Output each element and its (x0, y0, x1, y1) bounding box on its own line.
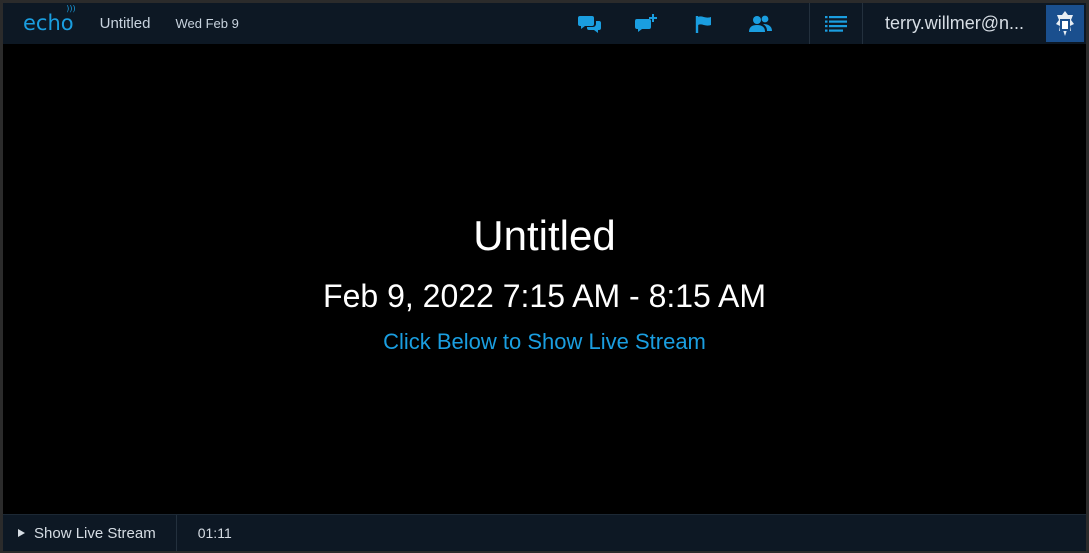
play-label: Show Live Stream (34, 524, 156, 542)
logo-waves-icon: ))) (66, 4, 76, 13)
session-date: Wed Feb 9 (175, 16, 239, 31)
top-bar: echo ))) Untitled Wed Feb 9 terry.willme… (3, 3, 1086, 44)
user-menu[interactable]: terry.willmer@n... (863, 13, 1046, 34)
elapsed-timer: 01:11 (197, 525, 232, 541)
flag-icon[interactable] (690, 10, 718, 38)
stream-time: Feb 9, 2022 7:15 AM - 8:15 AM (323, 278, 766, 314)
toolbar-icons (576, 10, 775, 38)
show-live-stream-link[interactable]: Click Below to Show Live Stream (0, 329, 1089, 355)
crest-icon[interactable] (1046, 5, 1084, 42)
stream-title: Untitled (473, 212, 616, 259)
logo-text: echo (23, 11, 74, 35)
echo-logo[interactable]: echo ))) (23, 5, 76, 35)
add-question-icon[interactable] (633, 10, 661, 38)
show-live-stream-button[interactable]: Show Live Stream (3, 515, 177, 551)
session-title: Untitled (99, 15, 151, 32)
player-frame (0, 0, 1089, 553)
play-icon (18, 529, 25, 537)
list-icon[interactable] (810, 3, 862, 44)
people-icon[interactable] (747, 10, 775, 38)
bottom-bar: Show Live Stream 01:11 (3, 514, 1086, 551)
chat-icon[interactable] (576, 10, 604, 38)
